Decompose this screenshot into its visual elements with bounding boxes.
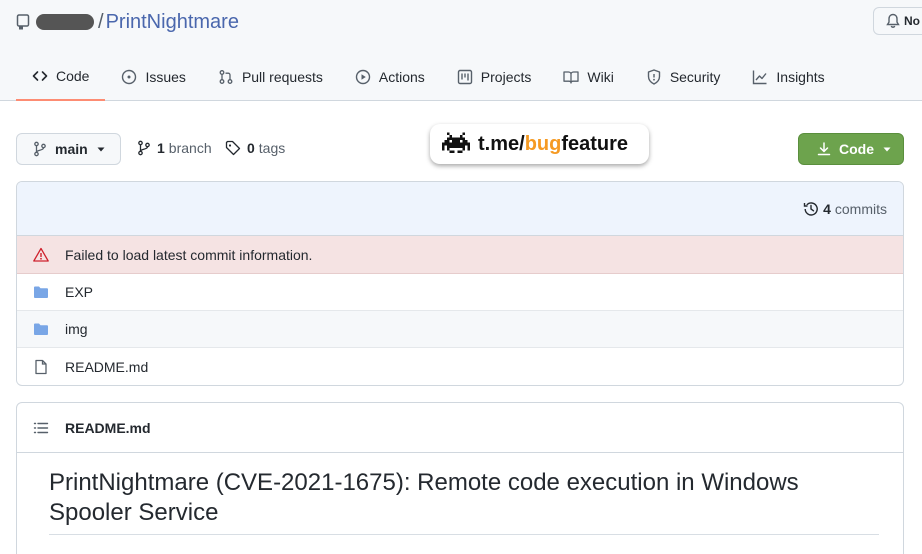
list-icon[interactable] (33, 420, 49, 436)
tab-pull-requests[interactable]: Pull requests (202, 57, 339, 97)
file-icon (35, 359, 47, 374)
alert-icon (33, 247, 49, 262)
repo-title: / PrintNightmare (16, 8, 239, 36)
folder-icon (34, 286, 48, 298)
branch-icon (138, 140, 150, 156)
shield-icon (647, 69, 661, 85)
repo-icon (16, 14, 32, 30)
issue-icon (122, 69, 137, 85)
tab-actions-label: Actions (378, 69, 425, 85)
error-message: Failed to load latest commit information… (65, 246, 313, 263)
commit-word: commits (834, 201, 887, 217)
tab-insights[interactable]: Insights (736, 57, 840, 97)
file-name[interactable]: img (65, 321, 88, 337)
tab-security[interactable]: Security (630, 57, 737, 97)
watermark-text: t.me/bugfeature (478, 133, 628, 156)
tag-icon (225, 140, 241, 156)
commits-link[interactable]: 4 commits (803, 201, 887, 217)
tab-issues-label: Issues (145, 69, 186, 85)
watermark-accent: bug (524, 132, 562, 155)
tag-count: 0 (247, 140, 255, 156)
notifications-label: No (904, 14, 920, 28)
code-button-label: Code (839, 141, 874, 157)
tab-projects[interactable]: Projects (441, 57, 548, 97)
readme-panel: README.md PrintNightmare (CVE-2021-1675)… (16, 402, 904, 554)
download-icon (817, 142, 831, 156)
book-icon (563, 71, 580, 84)
watermark-badge: t.me/bugfeature (430, 124, 649, 164)
caret-down-icon (883, 147, 891, 152)
branch-select-button[interactable]: main (16, 133, 121, 165)
file-name[interactable]: EXP (65, 284, 93, 300)
notifications-button[interactable]: No (873, 7, 922, 35)
tab-code[interactable]: Code (16, 57, 106, 101)
branch-word: branch (168, 140, 212, 156)
tab-projects-label: Projects (480, 69, 532, 85)
file-row-readme[interactable]: README.md (17, 348, 903, 385)
code-icon (32, 71, 48, 81)
project-icon (457, 69, 472, 85)
path-separator: / (98, 10, 104, 33)
watermark-prefix: t.me/ (478, 132, 525, 155)
tab-wiki-label: Wiki (587, 69, 614, 85)
readme-header: README.md (17, 403, 903, 453)
file-row-img[interactable]: img (17, 311, 903, 348)
repo-header: / PrintNightmare No Code Issues Pull req… (0, 0, 922, 101)
file-row-exp[interactable]: EXP (17, 274, 903, 311)
play-icon (355, 69, 371, 85)
repo-name-link[interactable]: PrintNightmare (106, 11, 239, 34)
file-browser: 4 commits Failed to load latest commit i… (16, 181, 904, 386)
owner-name-redacted[interactable] (36, 14, 94, 30)
tags-link[interactable]: 0 tags (225, 140, 285, 156)
code-download-button[interactable]: Code (798, 133, 904, 165)
repo-tabs: Code Issues Pull requests Actions Projec… (16, 57, 841, 101)
readme-filename: README.md (65, 419, 151, 436)
tab-pull-requests-label: Pull requests (241, 69, 323, 85)
commit-count: 4 (823, 201, 831, 217)
tab-code-label: Code (56, 68, 90, 84)
readme-heading: PrintNightmare (CVE-2021-1675): Remote c… (49, 468, 879, 535)
history-icon (803, 202, 818, 216)
latest-commit-bar: 4 commits (17, 182, 903, 236)
tab-insights-label: Insights (776, 69, 825, 85)
space-invader-icon (442, 132, 470, 153)
branch-count: 1 (157, 140, 165, 156)
graph-icon (753, 70, 767, 85)
branch-name: main (55, 141, 88, 157)
tab-wiki[interactable]: Wiki (547, 57, 629, 97)
tab-issues[interactable]: Issues (105, 57, 201, 97)
tab-actions[interactable]: Actions (339, 57, 441, 97)
branch-icon (34, 141, 46, 157)
pull-request-icon (219, 70, 233, 84)
tag-word: tags (258, 140, 286, 156)
tab-security-label: Security (669, 69, 721, 85)
watermark-suffix: feature (561, 132, 629, 155)
folder-icon (34, 323, 48, 335)
bell-icon (886, 13, 900, 28)
commit-load-error: Failed to load latest commit information… (17, 236, 903, 274)
file-name[interactable]: README.md (65, 359, 148, 375)
branches-link[interactable]: 1 branch (137, 140, 212, 156)
caret-down-icon (97, 147, 105, 152)
